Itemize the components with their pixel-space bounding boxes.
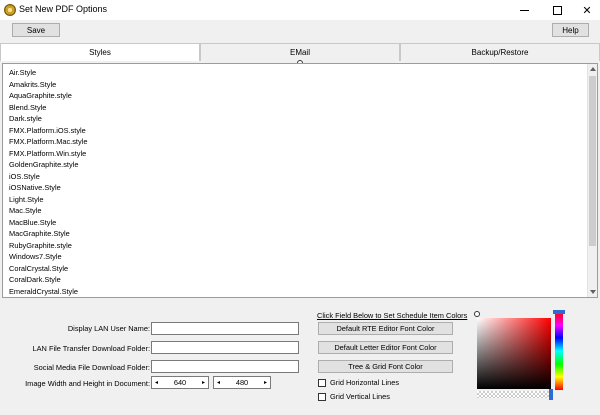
close-icon: ✕ [582,4,592,17]
grid-horizontal-label: Grid Horizontal Lines [330,378,400,387]
grid-vertical-row[interactable]: Grid Vertical Lines [318,392,390,401]
list-item[interactable]: CoralCrystal.Style [9,263,579,275]
minimize-button[interactable] [509,0,539,20]
image-width-value[interactable]: 640 [161,378,199,387]
lan-user-label: Display LAN User Name: [67,324,150,333]
list-item[interactable]: Air.Style [9,67,579,79]
list-item[interactable]: Light.Style [9,194,579,206]
chevron-right-icon[interactable]: ▸ [199,377,208,388]
help-button[interactable]: Help [552,23,589,37]
alpha-slider-handle[interactable] [549,389,553,400]
close-button[interactable]: ✕ [572,0,600,20]
tab-styles[interactable]: Styles [0,43,200,61]
list-item[interactable]: iOS.Style [9,171,579,183]
toolbar [0,20,600,43]
image-height-stepper[interactable]: ◂ 480 ▸ [213,376,271,389]
lan-folder-input[interactable] [151,341,299,354]
list-item[interactable]: MacGraphite.Style [9,228,579,240]
list-item[interactable]: Blend.Style [9,102,579,114]
lan-user-input[interactable] [151,322,299,335]
grid-horizontal-row[interactable]: Grid Horizontal Lines [318,378,399,387]
list-item[interactable]: FMX.Platform.Mac.style [9,136,579,148]
grid-vertical-checkbox[interactable] [318,392,326,401]
list-item[interactable]: iOSNative.Style [9,182,579,194]
chevron-left-icon[interactable]: ◂ [214,377,223,388]
save-button[interactable]: Save [12,23,60,37]
maximize-button[interactable] [542,0,572,20]
chevron-left-icon[interactable]: ◂ [152,377,161,388]
title-bar: Set New PDF Options ✕ [0,0,600,20]
scroll-up-icon[interactable] [590,67,596,71]
alpha-slider[interactable] [477,391,551,398]
list-item[interactable]: CoralDark.Style [9,274,579,286]
schedule-colors-link[interactable]: Click Field Below to Set Schedule Item C… [317,311,467,320]
list-item[interactable]: Mac.Style [9,205,579,217]
app-icon [4,4,16,16]
color-picker-cursor[interactable] [474,311,480,317]
list-item[interactable]: Dark.style [9,113,579,125]
hue-slider[interactable] [555,312,563,390]
list-item[interactable]: MacBlue.Style [9,217,579,229]
tab-bar: Styles EMail Backup/Restore [0,43,600,61]
scroll-down-icon[interactable] [590,290,596,294]
list-item[interactable]: AquaGraphite.style [9,90,579,102]
styles-list-panel: Air.Style Amakrits.Style AquaGraphite.st… [2,63,598,298]
list-item[interactable]: GoldenGraphite.style [9,159,579,171]
chevron-right-icon[interactable]: ▸ [261,377,270,388]
rte-font-color-button[interactable]: Default RTE Editor Font Color [318,322,453,335]
styles-list: Air.Style Amakrits.Style AquaGraphite.st… [9,67,579,297]
image-height-value[interactable]: 480 [223,378,261,387]
tab-backup-restore[interactable]: Backup/Restore [400,43,600,61]
scroll-thumb[interactable] [589,76,596,246]
list-item[interactable]: RubyGraphite.style [9,240,579,252]
list-scrollbar[interactable] [587,64,597,297]
hue-slider-handle[interactable] [553,310,565,314]
image-width-stepper[interactable]: ◂ 640 ▸ [151,376,209,389]
list-item[interactable]: Amakrits.Style [9,79,579,91]
image-size-label: Image Width and Height in Document: [25,379,150,388]
color-picker-field[interactable] [477,318,551,389]
list-item[interactable]: FMX.Platform.Win.style [9,148,579,160]
social-folder-label: Social Media File Download Folder: [33,363,150,372]
letter-font-color-button[interactable]: Default Letter Editor Font Color [318,341,453,354]
window-title: Set New PDF Options [19,4,108,14]
list-item[interactable]: FMX.Platform.iOS.style [9,125,579,137]
lan-folder-label: LAN File Transfer Download Folder: [32,344,150,353]
maximize-icon [552,5,562,15]
tab-email[interactable]: EMail [200,43,400,61]
tree-grid-font-color-button[interactable]: Tree & Grid Font Color [318,360,453,373]
list-item[interactable]: Windows7.Style [9,251,579,263]
list-item[interactable]: EmeraldCrystal.Style [9,286,579,298]
minimize-icon [519,9,529,11]
grid-vertical-label: Grid Vertical Lines [330,392,390,401]
social-folder-input[interactable] [151,360,299,373]
grid-horizontal-checkbox[interactable] [318,378,326,387]
